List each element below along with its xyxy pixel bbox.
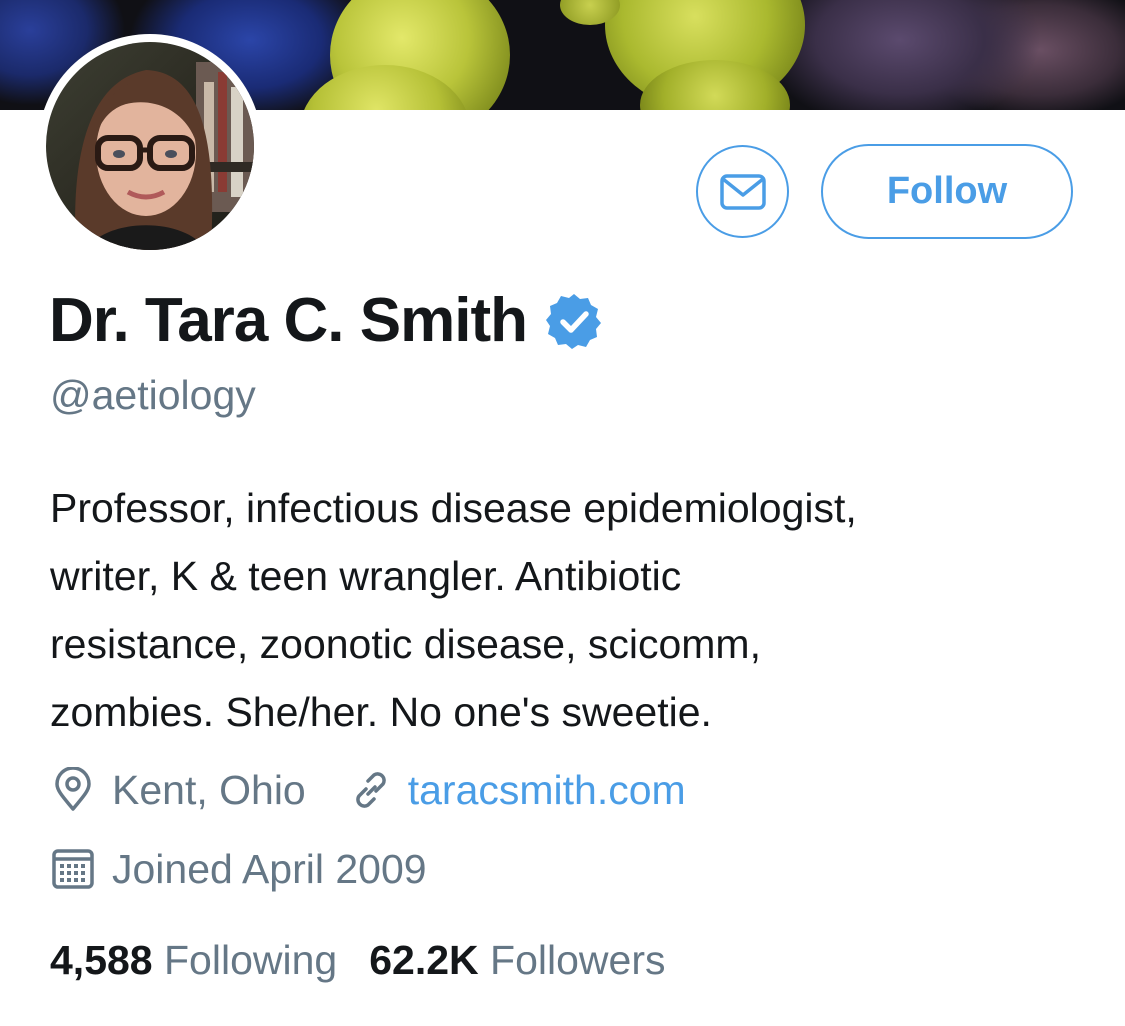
followers-stat[interactable]: 62.2K Followers: [369, 937, 665, 984]
profile-name-row: Dr. Tara C. Smith: [49, 283, 603, 358]
message-button[interactable]: [696, 145, 789, 238]
profile-stats: 4,588 Following 62.2K Followers: [50, 932, 665, 988]
following-label: Following: [164, 936, 338, 983]
profile-joined-row: Joined April 2009: [50, 841, 427, 897]
profile-meta-row: Kent, Ohio taracsmith.com: [50, 762, 686, 818]
bio-line: resistance, zoonotic disease, scicomm,: [50, 621, 761, 667]
bio-line: writer, K & teen wrangler. Antibiotic: [50, 553, 682, 599]
avatar-photo: [46, 42, 254, 250]
bio-line: zombies. She/her. No one's sweetie.: [50, 689, 712, 735]
follow-button[interactable]: Follow: [821, 144, 1073, 239]
profile-name: Dr. Tara C. Smith: [49, 286, 528, 355]
location-pin-icon: [55, 767, 91, 811]
profile-bio: Professor, infectious disease epidemiolo…: [50, 474, 1100, 746]
followers-count: 62.2K: [369, 936, 479, 983]
bio-line: Professor, infectious disease epidemiolo…: [50, 485, 857, 531]
followers-label: Followers: [490, 936, 666, 983]
profile-location: Kent, Ohio: [112, 766, 306, 813]
verified-badge-icon: [545, 293, 601, 349]
following-stat[interactable]: 4,588 Following: [50, 937, 337, 984]
envelope-icon: [719, 173, 766, 210]
link-icon: [355, 772, 386, 808]
calendar-icon: [52, 849, 94, 889]
profile-website-link[interactable]: taracsmith.com: [408, 767, 686, 814]
profile-handle: @aetiology: [50, 372, 256, 418]
following-count: 4,588: [50, 936, 153, 983]
profile-joined-date: Joined April 2009: [112, 845, 427, 892]
avatar[interactable]: [46, 42, 254, 250]
